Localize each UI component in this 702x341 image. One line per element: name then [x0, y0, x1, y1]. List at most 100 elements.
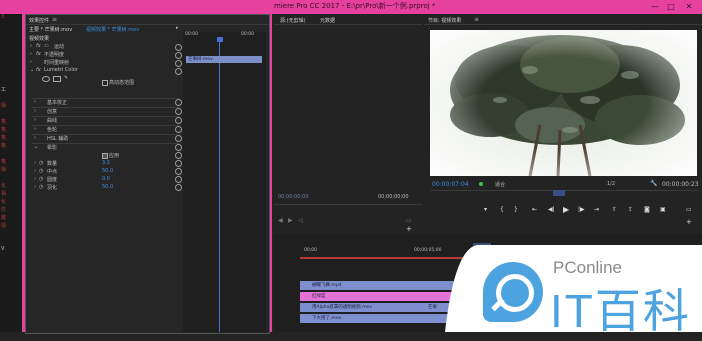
- chevron-right-icon[interactable]: ›: [34, 176, 36, 182]
- go-to-in-icon[interactable]: ⇤: [532, 206, 537, 213]
- reset-icon[interactable]: [175, 160, 182, 167]
- section-label[interactable]: 基本校正: [47, 99, 67, 106]
- reset-icon[interactable]: [175, 144, 182, 151]
- effect-row-motion[interactable]: › fx ▭ 运动: [30, 43, 180, 50]
- export-frame-icon[interactable]: ▭: [406, 217, 412, 224]
- reset-icon[interactable]: [175, 152, 182, 159]
- step-forward-icon[interactable]: |▶: [578, 206, 585, 213]
- param-value[interactable]: 50.0: [102, 168, 113, 174]
- section-label[interactable]: 创意: [47, 108, 57, 115]
- export-frame-icon[interactable]: ◙: [644, 206, 650, 213]
- step-back-icon[interactable]: ◀|: [548, 206, 555, 213]
- reset-icon[interactable]: [175, 168, 182, 175]
- chevron-right-icon[interactable]: ›: [34, 135, 36, 141]
- chevron-right-icon[interactable]: ›: [34, 117, 36, 123]
- stopwatch-icon[interactable]: ◷: [39, 168, 43, 174]
- effect-row-opacity[interactable]: › fx 不透明度: [30, 51, 180, 58]
- chevron-right-icon[interactable]: ›: [34, 126, 36, 132]
- chevron-down-icon[interactable]: ⌄: [30, 67, 34, 73]
- reset-icon[interactable]: [175, 44, 182, 51]
- effect-controls-title[interactable]: 效果控件: [29, 17, 49, 24]
- playhead-marker[interactable]: [217, 37, 223, 42]
- mark-in-icon[interactable]: {: [500, 206, 504, 213]
- chevron-right-icon[interactable]: ›: [30, 51, 32, 57]
- reset-icon[interactable]: [175, 184, 182, 191]
- apply-checkbox[interactable]: [102, 153, 108, 159]
- effect-row-time-remap[interactable]: › 时间重映射: [30, 59, 180, 66]
- fx-icon[interactable]: fx: [36, 51, 41, 57]
- chevron-right-icon[interactable]: ›: [34, 160, 36, 166]
- panel-menu-icon[interactable]: ≡: [474, 16, 479, 23]
- chevron-right-icon[interactable]: ›: [30, 59, 32, 65]
- timeline-clip[interactable]: 蝴蝶飞舞.mp4: [300, 281, 454, 290]
- source-timecode-left[interactable]: 00;00;00;00: [278, 194, 309, 200]
- button-editor-icon[interactable]: ▭: [686, 206, 692, 213]
- chevron-down-icon[interactable]: ⌄: [34, 144, 38, 150]
- close-button[interactable]: ✕: [684, 2, 694, 11]
- minimize-button[interactable]: —: [650, 2, 660, 11]
- play-button-icon[interactable]: ▶: [563, 205, 569, 214]
- stopwatch-icon[interactable]: ◷: [39, 160, 43, 166]
- param-value[interactable]: 50.0: [102, 184, 113, 190]
- reset-icon[interactable]: [175, 68, 182, 75]
- effect-row-lumetri[interactable]: ⌄ fx Lumetri Color: [30, 67, 180, 74]
- hdr-checkbox[interactable]: [102, 80, 108, 86]
- timeline-clip[interactable]: 下大雨了.mov: [300, 314, 454, 323]
- reset-icon[interactable]: [175, 117, 182, 124]
- program-title[interactable]: 节目: 视频效果: [428, 17, 461, 24]
- comparison-view-icon[interactable]: ▣: [660, 206, 666, 213]
- panel-menu-icon[interactable]: ≡: [52, 16, 57, 23]
- section-label[interactable]: HSL 辅助: [47, 135, 68, 142]
- program-timecode-current[interactable]: 00:00:07:04: [432, 181, 469, 188]
- reset-icon[interactable]: [175, 99, 182, 106]
- program-playhead-marker[interactable]: [553, 190, 565, 196]
- program-video-frame[interactable]: [430, 30, 697, 176]
- add-button-icon[interactable]: +: [406, 225, 412, 233]
- timeline-clip[interactable]: 红绿蓝: [300, 292, 454, 301]
- mark-out-icon[interactable]: ▶: [288, 217, 293, 224]
- reset-icon[interactable]: [175, 60, 182, 67]
- rectangle-mask-icon[interactable]: [53, 76, 61, 82]
- quality-dropdown[interactable]: 1/2: [607, 181, 615, 187]
- effect-mini-timeline[interactable]: 00:00 00:00 芒果树.mov: [183, 32, 266, 332]
- param-value[interactable]: 3.3: [102, 160, 110, 166]
- stopwatch-icon[interactable]: ◷: [39, 176, 43, 182]
- source-tab[interactable]: 源:(无剪辑): [280, 17, 306, 24]
- chevron-right-icon[interactable]: ›: [30, 43, 32, 49]
- go-to-out-icon[interactable]: ⇥: [594, 206, 599, 213]
- ellipse-mask-icon[interactable]: [42, 76, 50, 82]
- expand-timeline-icon[interactable]: ▸: [176, 25, 179, 31]
- reset-icon[interactable]: [175, 176, 182, 183]
- chevron-right-icon[interactable]: ›: [34, 184, 36, 190]
- param-value[interactable]: 0.0: [102, 176, 110, 182]
- wrench-icon[interactable]: 🔧: [650, 180, 657, 187]
- mark-in-icon[interactable]: ◀: [278, 217, 283, 224]
- reset-icon[interactable]: [175, 135, 182, 142]
- marker-icon[interactable]: ▾: [484, 206, 487, 213]
- section-label[interactable]: 曲线: [47, 117, 57, 124]
- chevron-right-icon[interactable]: ›: [34, 99, 36, 105]
- reset-icon[interactable]: [175, 108, 182, 115]
- stopwatch-icon[interactable]: ◷: [39, 184, 43, 190]
- fx-icon[interactable]: fx: [36, 67, 41, 73]
- reset-icon[interactable]: [175, 52, 182, 59]
- breadcrumb-master[interactable]: 主要 * 芒果树.mov: [29, 26, 72, 33]
- mini-clip[interactable]: 芒果树.mov: [186, 56, 262, 63]
- add-button-icon[interactable]: +: [686, 218, 692, 226]
- timeline-clip[interactable]: 用Alpha遮罩的透明视频.mov: [300, 303, 426, 312]
- lift-icon[interactable]: ⇧: [612, 206, 617, 213]
- pen-mask-icon[interactable]: ✎: [64, 75, 68, 81]
- fx-icon[interactable]: fx: [36, 43, 41, 49]
- section-label[interactable]: 晕影: [47, 144, 57, 151]
- chevron-right-icon[interactable]: ›: [34, 168, 36, 174]
- breadcrumb-sequence[interactable]: 视频效果 * 芒果树.mov: [86, 26, 139, 33]
- step-back-icon[interactable]: ◁: [298, 217, 303, 224]
- mark-out-icon[interactable]: }: [514, 206, 518, 213]
- section-label[interactable]: 色轮: [47, 126, 57, 133]
- chevron-right-icon[interactable]: ›: [34, 108, 36, 114]
- maximize-button[interactable]: □: [666, 2, 676, 11]
- fit-dropdown[interactable]: 适合: [495, 181, 505, 188]
- reset-icon[interactable]: [175, 126, 182, 133]
- metadata-tab[interactable]: 元数据: [320, 17, 335, 24]
- extract-icon[interactable]: ⇪: [628, 206, 633, 213]
